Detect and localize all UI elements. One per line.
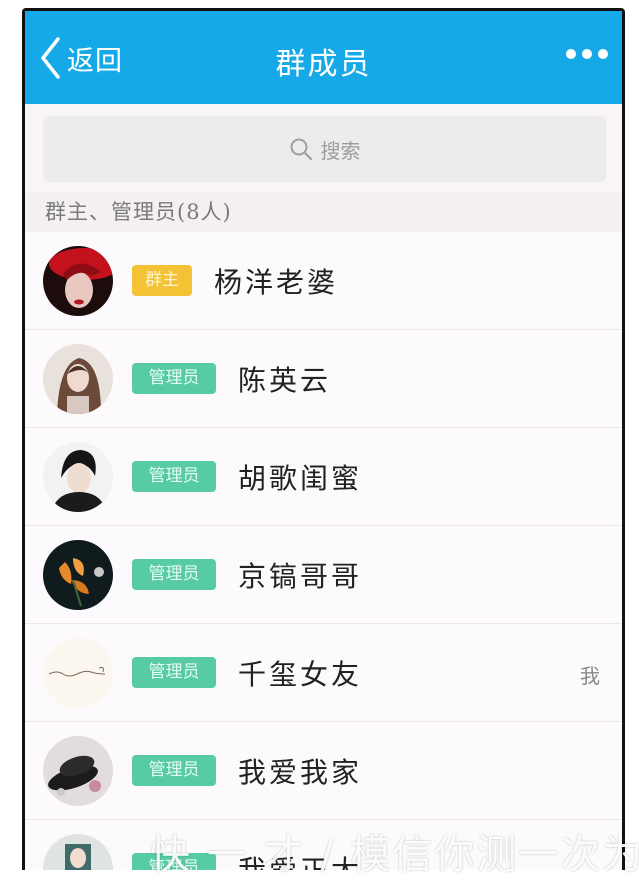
search-placeholder: 搜索 [320,138,361,163]
admin-badge: 管理员 [132,559,216,590]
admin-badge: 管理员 [132,461,216,492]
more-dots-icon[interactable] [566,49,608,59]
owner-badge: 群主 [132,265,192,296]
member-name: 陈英云 [238,363,332,397]
avatar [43,735,113,806]
avatar [43,833,113,870]
avatar [43,441,113,512]
list-item[interactable]: 管理员 千玺女友 我 [25,624,622,722]
section-header: 群主、管理员(8人) [25,192,622,232]
list-item[interactable]: 管理员 京镐哥哥 [25,526,622,624]
avatar [43,343,113,414]
list-item[interactable]: 管理员 胡歌闺蜜 [25,428,622,526]
search-input[interactable]: 搜索 [43,116,606,182]
list-item[interactable]: 管理员 陈英云 [25,330,622,428]
avatar [43,539,113,610]
member-list: 群主 杨洋老婆 管理员 陈英云 管理员 胡歌闺蜜 管理员 京镐哥哥 管理员 千玺… [25,232,622,870]
list-item[interactable]: 管理员 我爱我家 [25,722,622,820]
member-name: 胡歌闺蜜 [238,461,363,495]
me-indicator: 我 [580,664,600,688]
search-container: 搜索 [25,104,622,192]
search-icon [290,138,312,161]
admin-badge: 管理员 [132,363,216,394]
admin-badge: 管理员 [132,657,216,688]
member-name: 千玺女友 [238,657,363,691]
member-name: 我爱我家 [238,755,363,789]
page-title: 群成员 [275,47,372,82]
member-name: 杨洋老婆 [214,265,339,299]
list-item[interactable]: 群主 杨洋老婆 [25,232,622,330]
avatar [43,245,113,316]
watermark-text: 快 一 才 / 模信你测一次为 [150,832,639,878]
member-name: 京镐哥哥 [238,559,363,593]
nav-bar: 返回 群成员 [25,11,622,104]
phone-screen: 返回 群成员 搜索 群主、管理员(8人) 群主 杨洋老婆 管理员 陈英云 管理员… [22,8,625,870]
avatar [43,637,113,708]
admin-badge: 管理员 [132,755,216,786]
